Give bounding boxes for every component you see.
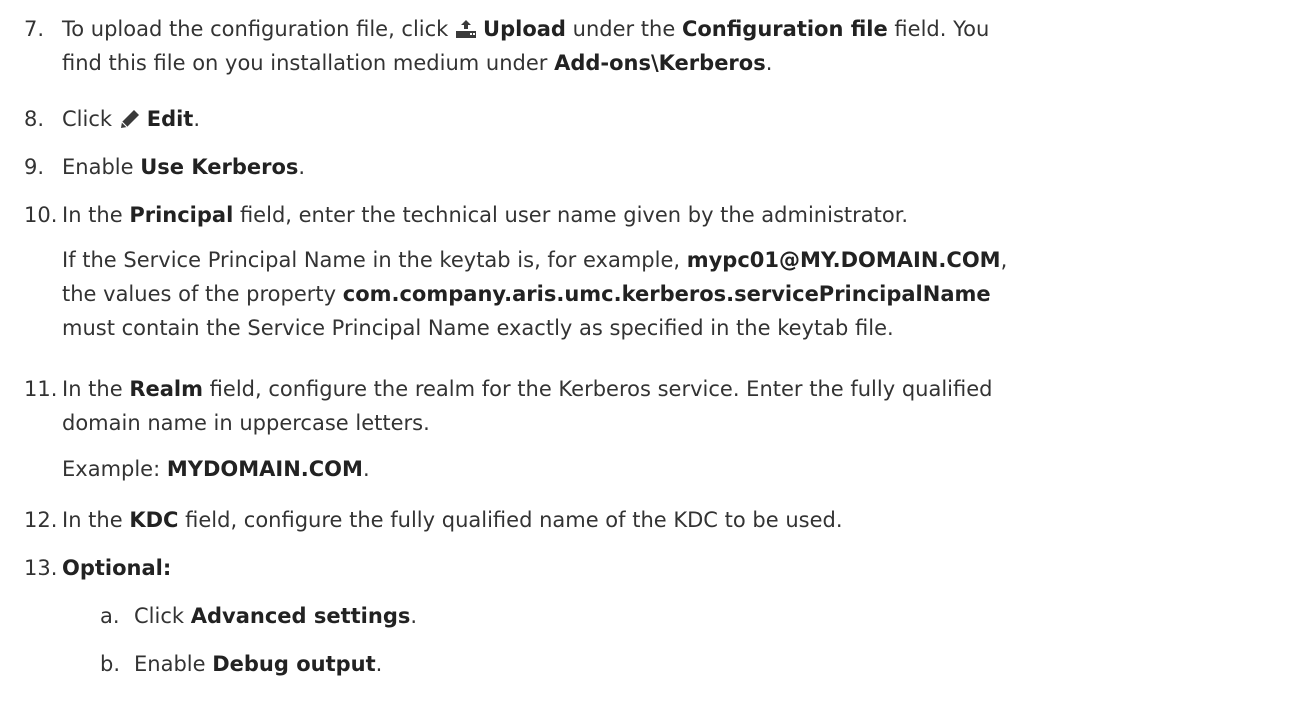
note-text: If the Service Principal Name in the key… [62,248,1008,340]
step-text: In the Principal field, enter the techni… [62,203,909,227]
step-text: Enable Use Kerberos. [62,155,306,179]
step-number: 8. [24,107,45,131]
substep-text: Enable Debug output. [134,652,383,676]
substep-letter: b. [100,652,121,676]
substep-letter: a. [100,604,120,628]
step-number: 12. [24,508,58,532]
step-text: Optional: [62,556,172,580]
step-number: 11. [24,377,58,401]
upload-icon [455,19,477,39]
step-text: To upload the configuration file, click … [62,17,990,75]
step-text: Click Edit. [62,107,201,131]
step-number: 10. [24,203,58,227]
step-number: 9. [24,155,45,179]
example-text: Example: MYDOMAIN.COM. [62,457,370,481]
step-text: In the Realm field, configure the realm … [62,377,993,435]
documentation-page: 7. To upload the configuration file, cli… [0,0,1290,716]
step-text: In the KDC field, configure the fully qu… [62,508,843,532]
substep-text: Click Advanced settings. [134,604,418,628]
step-number: 13. [24,556,58,580]
pencil-icon [119,109,141,129]
step-number: 7. [24,17,45,41]
